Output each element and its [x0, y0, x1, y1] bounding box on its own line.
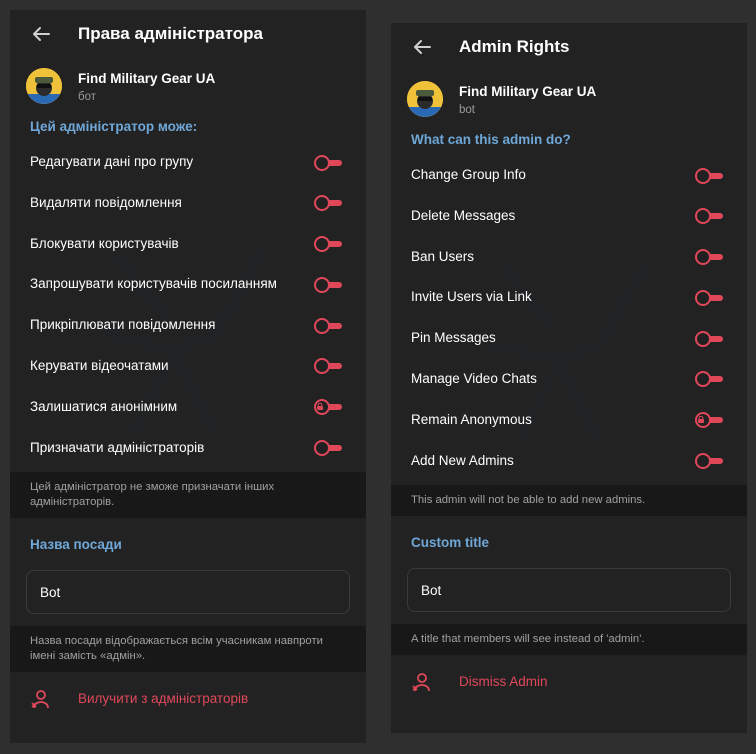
remove-user-icon — [31, 690, 49, 709]
permission-toggle[interactable] — [314, 440, 342, 457]
permission-label: Invite Users via Link — [411, 289, 532, 305]
permission-row[interactable]: Блокувати користувачів — [10, 224, 366, 265]
permission-row[interactable]: Видаляти повідомлення — [10, 183, 366, 224]
permission-row[interactable]: Прикріплювати повідомлення — [10, 305, 366, 346]
permission-label: Блокувати користувачів — [30, 235, 179, 251]
permission-label: Редагувати дані про групу — [30, 154, 194, 169]
header: Admin Rights — [391, 23, 747, 71]
permission-label: Change Group Info — [411, 167, 526, 182]
permissions-note: This admin will not be able to add new a… — [391, 485, 747, 517]
permission-row[interactable]: Delete Messages — [391, 196, 747, 237]
permission-row[interactable]: Pin Messages — [391, 318, 747, 359]
dismiss-admin-button[interactable]: Dismiss Admin — [391, 657, 747, 707]
custom-title-note: Назва посади відображається всім учасник… — [10, 626, 366, 673]
custom-title-label: Назва посади — [30, 537, 122, 553]
arrow-left-icon[interactable] — [411, 36, 433, 58]
permission-label: Add New Admins — [411, 452, 514, 468]
permission-toggle[interactable] — [314, 236, 342, 253]
permission-toggle-locked[interactable] — [314, 399, 342, 416]
permission-toggle[interactable] — [695, 289, 723, 306]
custom-title-label: Custom title — [411, 535, 490, 551]
permission-row[interactable]: Залишатися анонімним — [10, 387, 366, 428]
header: Права адміністратора — [10, 10, 366, 58]
permission-row[interactable]: Редагувати дані про групу — [10, 142, 366, 183]
permission-label: Manage Video Chats — [411, 370, 537, 386]
page-title: Admin Rights — [459, 37, 570, 56]
page-title: Права адміністратора — [78, 24, 263, 43]
dismiss-admin-button[interactable]: Вилучити з адміністраторів — [10, 674, 366, 724]
avatar — [26, 68, 62, 104]
lock-icon — [317, 402, 323, 410]
permission-row[interactable]: Remain Anonymous — [391, 400, 747, 441]
permission-label: Прикріплювати повідомлення — [30, 317, 216, 333]
permissions-list: Редагувати дані про групу Видаляти повід… — [10, 140, 366, 468]
permission-toggle-locked[interactable] — [695, 412, 723, 429]
permission-toggle[interactable] — [695, 453, 723, 470]
permission-row[interactable]: Manage Video Chats — [391, 359, 747, 400]
permission-row[interactable]: Add New Admins — [391, 441, 747, 482]
custom-title-input[interactable]: Bot — [26, 570, 350, 615]
permission-toggle[interactable] — [314, 358, 342, 375]
permission-row[interactable]: Призначати адміністраторів — [10, 428, 366, 469]
permission-toggle[interactable] — [695, 371, 723, 388]
bot-avatar-icon — [407, 81, 443, 117]
permission-label: Залишатися анонімним — [30, 398, 178, 414]
bot-subtitle: bot — [459, 104, 475, 116]
permission-toggle[interactable] — [695, 208, 723, 225]
bot-subtitle: бот — [78, 91, 96, 103]
permission-toggle[interactable] — [314, 154, 342, 171]
right-admin-panel: Admin Rights Find Military Gear UA bot W… — [391, 23, 747, 733]
custom-title-note: A title that members will see instead of… — [391, 624, 747, 656]
permission-label: Призначати адміністраторів — [30, 439, 205, 455]
permission-toggle[interactable] — [695, 249, 723, 266]
permission-row[interactable]: Ban Users — [391, 237, 747, 278]
permission-row[interactable]: Запрошувати користувачів посиланням — [10, 264, 366, 305]
permission-row[interactable]: Change Group Info — [391, 155, 747, 196]
permission-toggle[interactable] — [314, 317, 342, 334]
lock-icon — [698, 415, 704, 423]
permission-label: Delete Messages — [411, 207, 516, 223]
permission-label: Видаляти повідомлення — [30, 194, 182, 210]
permission-toggle[interactable] — [314, 195, 342, 212]
permission-toggle[interactable] — [695, 330, 723, 347]
bot-name: Find Military Gear UA — [459, 84, 597, 99]
permission-row[interactable]: Invite Users via Link — [391, 277, 747, 318]
permission-label: Ban Users — [411, 248, 475, 264]
permission-label: Remain Anonymous — [411, 411, 532, 427]
bot-info: Find Military Gear UA bot — [391, 71, 747, 127]
permissions-list: Change Group Info Delete Messages Ban Us… — [391, 153, 747, 481]
left-admin-panel: Права адміністратора Find Military Gear … — [10, 10, 366, 743]
permission-toggle[interactable] — [314, 276, 342, 293]
permission-toggle[interactable] — [695, 167, 723, 184]
permission-label: Керувати відеочатами — [30, 357, 169, 373]
permission-label: Запрошувати користувачів посиланням — [30, 276, 277, 292]
arrow-left-icon[interactable] — [30, 23, 52, 45]
permission-row[interactable]: Керувати відеочатами — [10, 346, 366, 387]
dismiss-admin-label: Вилучити з адміністраторів — [78, 691, 249, 707]
remove-user-icon — [412, 673, 430, 692]
custom-title-input[interactable]: Bot — [407, 568, 731, 613]
dismiss-admin-label: Dismiss Admin — [459, 674, 548, 690]
bot-name: Find Military Gear UA — [78, 71, 216, 86]
bot-avatar-icon — [26, 68, 62, 104]
bot-info: Find Military Gear UA бот — [10, 58, 366, 114]
avatar — [407, 81, 443, 117]
section-title: What can this admin do? — [411, 132, 571, 147]
section-title: Цей адміністратор може: — [30, 119, 198, 134]
permissions-note: Цей адміністратор не зможе призначати ін… — [10, 472, 366, 519]
permission-label: Pin Messages — [411, 330, 496, 346]
